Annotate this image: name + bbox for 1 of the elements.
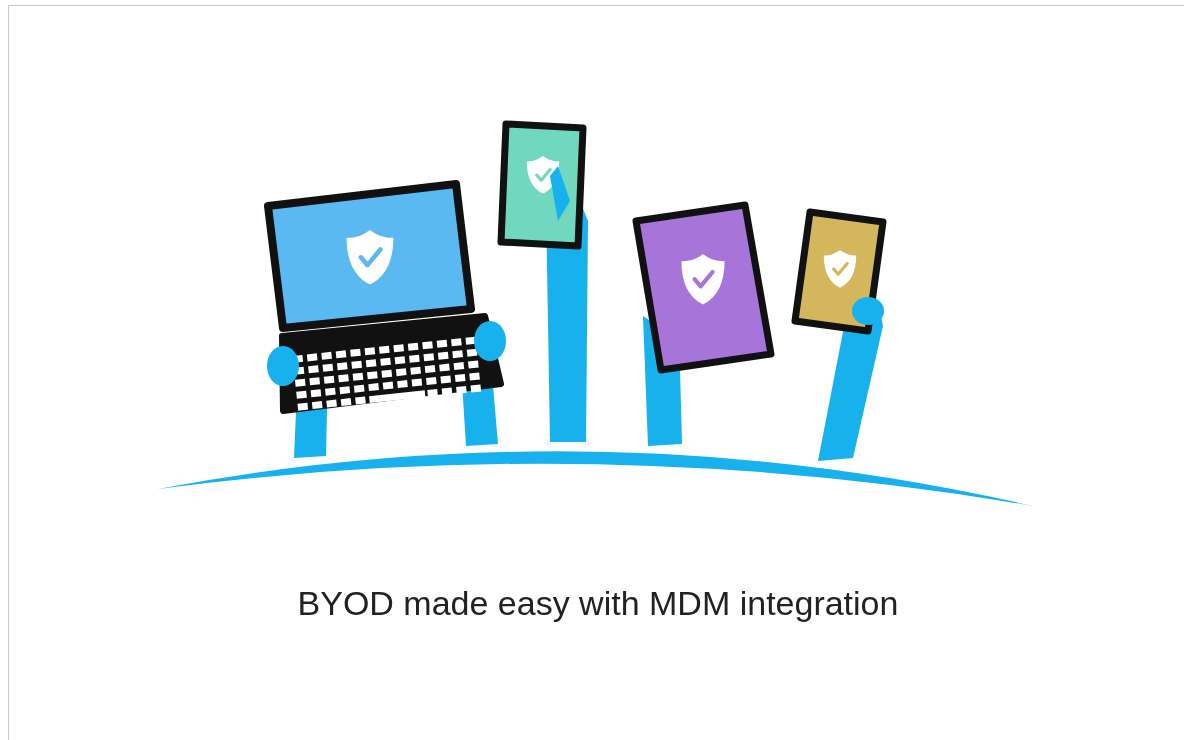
caption: BYOD made easy with MDM integration <box>297 584 899 623</box>
